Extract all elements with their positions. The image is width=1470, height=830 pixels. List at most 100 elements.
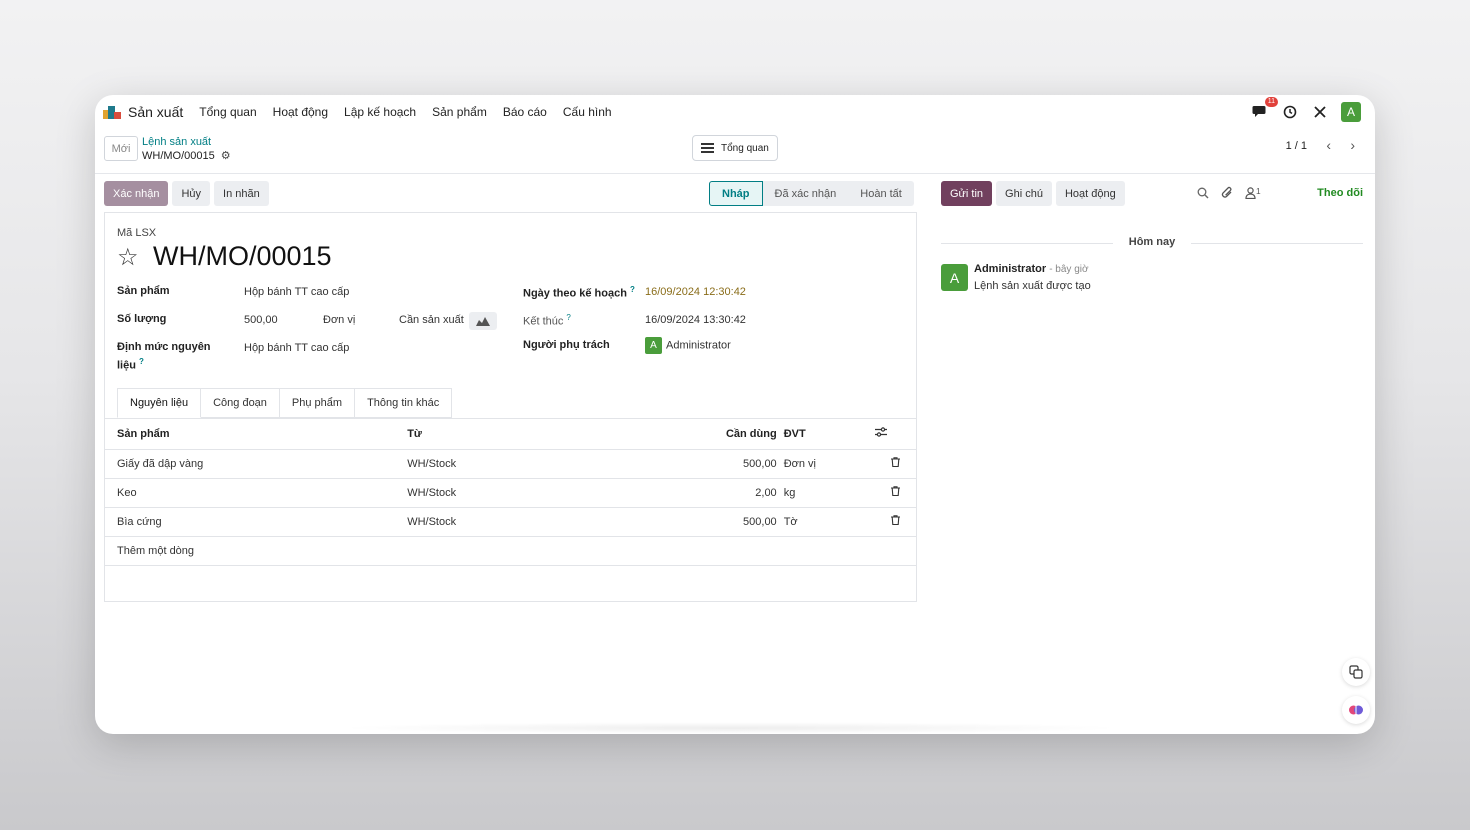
nav-item-configuration[interactable]: Cấu hình [563,105,612,119]
status-step-confirmed[interactable]: Đã xác nhận [763,181,849,206]
add-line-row: Thêm một dòng [105,536,916,566]
planned-date-field[interactable]: 16/09/2024 12:30:42 [645,286,746,298]
breadcrumb-parent[interactable]: Lệnh sản xuất [142,136,211,148]
help-icon[interactable]: ? [566,313,570,322]
nav-item-planning[interactable]: Lập kế hoạch [344,105,416,119]
overview-button-label: Tổng quan [721,142,769,154]
send-message-button[interactable]: Gửi tin [941,181,993,206]
bottom-shadow [335,722,1125,734]
bom-label-line1: Định mức nguyên [117,341,211,353]
components-table: Sản phẩm Từ Cần dùng ĐVT Giấy đã dập vàn… [105,419,916,566]
tab-work-orders[interactable]: Công đoạn [201,388,280,418]
menu-icon [701,143,714,153]
column-header-uom[interactable]: ĐVT [783,419,876,450]
search-icon[interactable] [1197,187,1209,202]
quantity-label: Số lượng [117,313,167,325]
nav-item-operations[interactable]: Hoạt động [273,105,328,119]
table-header: Sản phẩm Từ Cần dùng ĐVT [105,419,916,450]
new-button[interactable]: Mới [104,136,138,161]
message-author-name[interactable]: Administrator [974,263,1046,275]
cell-uom[interactable]: Đơn vị [783,449,876,479]
cell-from[interactable]: WH/Stock [407,507,662,537]
bom-label: liệu ? [117,357,144,372]
debug-tools-icon[interactable] [1311,103,1329,121]
manufacturing-app-icon[interactable] [103,105,121,119]
cell-from[interactable]: WH/Stock [407,478,662,508]
gear-icon[interactable]: ⚙ [221,149,231,162]
overview-button[interactable]: Tổng quan [692,135,778,161]
chevron-right-icon[interactable]: › [1350,137,1355,153]
notebook-tabs: Nguyên liệu Công đoạn Phụ phẩm Thông tin… [117,388,453,418]
table-row[interactable]: Giấy đã dập vàng WH/Stock 500,00 Đơn vị [105,449,916,479]
nav-item-overview[interactable]: Tổng quan [199,105,256,119]
followers-button[interactable]: 1 [1245,186,1261,201]
help-icon[interactable]: ? [139,357,144,366]
message-body: Lệnh sản xuất được tạo [974,280,1091,292]
tab-components[interactable]: Nguyên liệu [117,388,202,418]
breadcrumb-current-label: WH/MO/00015 [142,149,215,162]
planned-date-label-text: Ngày theo kế hoạch [523,287,627,300]
nav-item-products[interactable]: Sản phẩm [432,105,487,119]
forecast-chart-icon[interactable] [469,312,497,330]
end-date-label-text: Kết thúc [523,315,564,328]
activity-button[interactable]: Hoạt động [1055,181,1125,206]
status-step-draft[interactable]: Nháp [709,181,763,206]
help-icon[interactable]: ? [630,285,635,294]
follower-count: 1 [1256,186,1261,197]
bom-field[interactable]: Hộp bánh TT cao cấp [244,342,349,354]
column-header-product[interactable]: Sản phẩm [105,419,408,450]
user-avatar[interactable]: A [1341,102,1361,122]
cell-product[interactable]: Giấy đã dập vàng [105,449,408,479]
cancel-button[interactable]: Hủy [172,181,211,206]
chevron-left-icon[interactable]: ‹ [1326,137,1331,153]
cell-uom[interactable]: Tờ [783,507,876,537]
messages-badge: 11 [1264,97,1278,107]
add-line-link[interactable]: Thêm một dòng [105,536,916,566]
column-header-from[interactable]: Từ [407,419,662,450]
cell-from[interactable]: WH/Stock [407,449,662,479]
uom-field[interactable]: Đơn vị [323,314,355,326]
top-navbar: Sản xuất Tổng quan Hoạt động Lập kế hoạc… [95,95,1375,129]
messages-icon[interactable]: 11 [1251,97,1278,121]
responsible-field[interactable]: A Administrator [645,337,731,354]
app-name[interactable]: Sản xuất [128,104,183,120]
activity-clock-icon[interactable] [1281,103,1299,121]
table-row[interactable]: Keo WH/Stock 2,00 kg [105,478,916,508]
follow-button[interactable]: Theo dõi [1317,187,1363,199]
log-note-button[interactable]: Ghi chú [996,181,1052,206]
control-panel: Mới Lệnh sản xuất WH/MO/00015 ⚙ Tổng qua… [95,129,1375,174]
tab-misc[interactable]: Thông tin khác [355,388,453,418]
quantity-field[interactable]: 500,00 [244,314,278,326]
trash-icon[interactable] [875,449,916,479]
paperclip-icon[interactable] [1221,186,1233,202]
cell-qty[interactable]: 500,00 [661,449,784,479]
responsible-label: Người phụ trách [523,339,610,351]
ai-brain-icon[interactable] [1342,696,1370,724]
avatar[interactable]: A [941,264,968,291]
cell-uom[interactable]: kg [783,478,876,508]
column-header-to-consume[interactable]: Cần dùng [661,419,784,450]
message-author: Administrator - bây giờ [974,263,1089,275]
cell-product[interactable]: Bìa cứng [105,507,408,537]
print-label-button[interactable]: In nhãn [214,181,269,206]
status-step-done[interactable]: Hoàn tất [848,181,914,206]
product-field[interactable]: Hộp bánh TT cao cấp [244,286,349,298]
date-separator: Hôm nay [941,236,1363,248]
pager-value[interactable]: 1 / 1 [1286,140,1307,152]
end-date-field[interactable]: 16/09/2024 13:30:42 [645,314,746,326]
chatter-topbar: Gửi tin Ghi chú Hoạt động [941,181,1125,206]
nav-item-reporting[interactable]: Báo cáo [503,105,547,119]
star-icon[interactable]: ☆ [117,243,139,272]
product-label: Sản phẩm [117,285,170,297]
chatter-tools: 1 [1197,186,1261,202]
column-settings-icon[interactable] [875,419,916,450]
trash-icon[interactable] [875,478,916,508]
translate-icon[interactable] [1342,658,1370,686]
confirm-button[interactable]: Xác nhận [104,181,169,206]
cell-qty[interactable]: 2,00 [661,478,784,508]
cell-product[interactable]: Keo [105,478,408,508]
cell-qty[interactable]: 500,00 [661,507,784,537]
trash-icon[interactable] [875,507,916,537]
tab-by-products[interactable]: Phụ phẩm [279,388,356,418]
table-row[interactable]: Bìa cứng WH/Stock 500,00 Tờ [105,507,916,537]
